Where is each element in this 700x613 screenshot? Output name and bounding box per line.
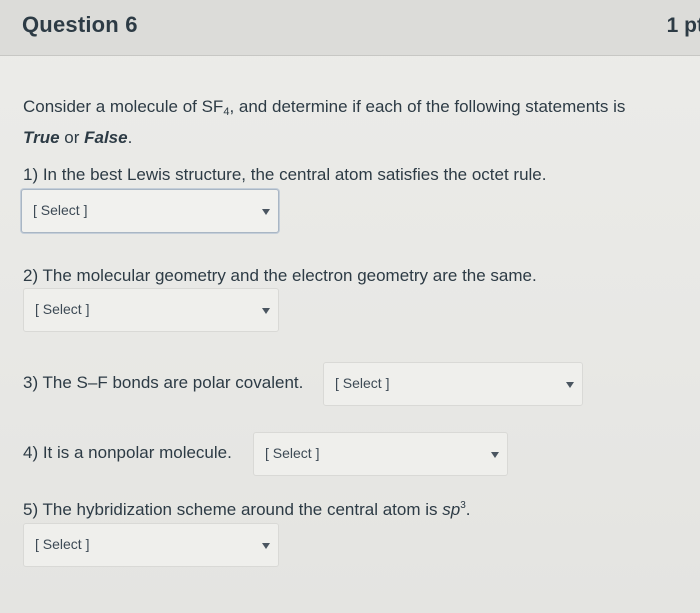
statement-5-text-main: 5) The hybridization scheme around the c… (23, 500, 443, 519)
true-word: True (23, 128, 60, 147)
question-prompt: Consider a molecule of SF4, and determin… (23, 94, 693, 150)
statement-2-text: 2) The molecular geometry and the electr… (23, 266, 537, 285)
caret-down-icon (262, 209, 270, 215)
caret-down-icon (491, 452, 499, 458)
caret-down-icon (262, 308, 270, 314)
false-word: False (84, 128, 128, 147)
statement-1-select[interactable]: [ Select ] (21, 189, 279, 233)
question-points: 1 pt (666, 14, 700, 37)
statement-2-select[interactable]: [ Select ] (23, 288, 279, 332)
prompt-text-rest: , and determine if each of the following… (229, 97, 626, 116)
statement-3-text: 3) The S–F bonds are polar covalent. (23, 373, 304, 392)
statement-2-select-value: [ Select ] (35, 301, 90, 317)
statement-5-select-value: [ Select ] (35, 536, 90, 552)
question-title: Question 6 (22, 12, 138, 37)
quiz-page: Question 6 1 pt Consider a molecule of S… (0, 0, 700, 613)
statement-4-select-value: [ Select ] (265, 445, 320, 461)
statement-5-end: . (465, 500, 471, 519)
statement-5-select[interactable]: [ Select ] (23, 523, 279, 567)
question-header: Question 6 1 pt (0, 0, 700, 56)
statement-3-select[interactable]: [ Select ] (323, 362, 583, 406)
or-word: or (59, 128, 85, 147)
statement-4-select[interactable]: [ Select ] (253, 432, 508, 476)
statement-5-hybrid: sp (442, 500, 461, 519)
statement-4-text: 4) It is a nonpolar molecule. (23, 443, 232, 462)
statement-5-text: 5) The hybridization scheme around the c… (23, 500, 471, 520)
statement-3-select-value: [ Select ] (335, 375, 390, 391)
caret-down-icon (566, 382, 574, 388)
caret-down-icon (262, 543, 270, 549)
prompt-text: Consider a molecule of SF (23, 97, 224, 116)
statement-1-text: 1) In the best Lewis structure, the cent… (23, 165, 547, 184)
prompt-period: . (127, 128, 133, 147)
statement-1-select-value: [ Select ] (33, 202, 88, 218)
